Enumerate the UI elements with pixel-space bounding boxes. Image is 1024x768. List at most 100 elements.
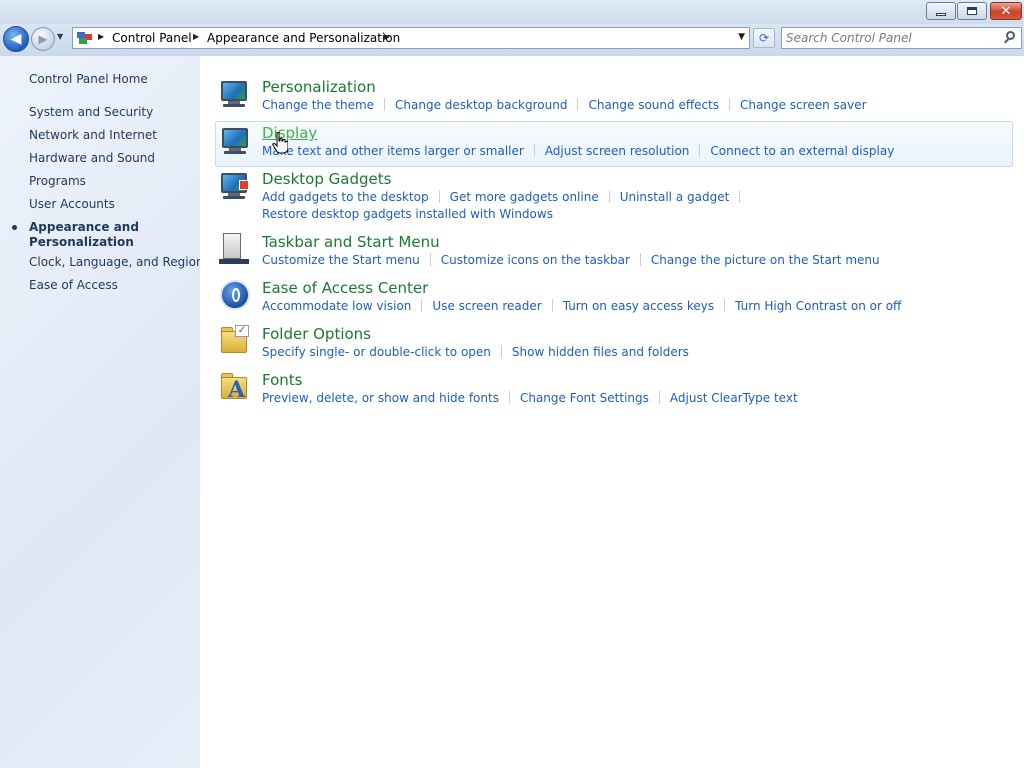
current-item-bullet: [12, 225, 17, 230]
category-title-display[interactable]: Display: [262, 124, 317, 142]
link-divider: [533, 144, 535, 157]
category-display: Display Make text and other items larger…: [215, 121, 1013, 167]
link-preview-delete-fonts[interactable]: Preview, delete, or show and hide fonts: [262, 391, 499, 405]
taskbar-icon[interactable]: [219, 233, 251, 265]
category-links: Specify single- or double-click to open S…: [262, 345, 689, 359]
content-pane: Personalization Change the theme Change d…: [200, 56, 1024, 768]
category-taskbar-and-start-menu: Taskbar and Start Menu Customize the Sta…: [215, 231, 1013, 271]
category-links: Customize the Start menu Customize icons …: [262, 253, 880, 267]
link-change-screen-saver[interactable]: Change screen saver: [740, 98, 867, 112]
link-easy-access-keys[interactable]: Turn on easy access keys: [563, 299, 714, 313]
category-desktop-gadgets: Desktop Gadgets Add gadgets to the deskt…: [215, 168, 1013, 224]
folder-options-icon[interactable]: ✓: [219, 325, 251, 357]
chevron-right-icon[interactable]: ▶: [384, 32, 390, 41]
personalization-icon[interactable]: [219, 78, 251, 110]
link-single-double-click[interactable]: Specify single- or double-click to open: [262, 345, 491, 359]
link-restore-desktop-gadgets[interactable]: Restore desktop gadgets installed with W…: [262, 207, 553, 221]
chevron-right-icon[interactable]: ▶: [98, 32, 104, 41]
sidebar-item-label: Personalization: [29, 235, 134, 249]
minimize-icon: [927, 3, 955, 19]
category-title-personalization[interactable]: Personalization: [262, 78, 376, 96]
search-input[interactable]: [786, 30, 996, 46]
restore-button[interactable]: [957, 2, 987, 20]
sidebar-item-programs[interactable]: Programs: [29, 174, 86, 188]
sidebar-item-label: Appearance and: [29, 220, 139, 234]
category-title-ease-of-access-center[interactable]: Ease of Access Center: [262, 279, 428, 297]
link-make-text-larger-or-smaller[interactable]: Make text and other items larger or smal…: [262, 144, 524, 158]
category-title-desktop-gadgets[interactable]: Desktop Gadgets: [262, 170, 391, 188]
title-bar: ✕: [0, 0, 1024, 24]
link-add-gadgets[interactable]: Add gadgets to the desktop: [262, 190, 429, 204]
sidebar-item-network-and-internet[interactable]: Network and Internet: [29, 128, 157, 142]
link-divider: [384, 98, 386, 111]
link-change-sound-effects[interactable]: Change sound effects: [588, 98, 719, 112]
link-customize-taskbar-icons[interactable]: Customize icons on the taskbar: [441, 253, 630, 267]
sidebar-item-control-panel-home[interactable]: Control Panel Home: [29, 72, 148, 86]
link-divider: [500, 345, 502, 358]
link-divider: [421, 299, 423, 312]
link-accommodate-low-vision[interactable]: Accommodate low vision: [262, 299, 411, 313]
breadcrumb-appearance-and-personalization[interactable]: Appearance and Personalization: [207, 31, 400, 45]
link-divider: [577, 98, 579, 111]
refresh-icon: ⟳: [758, 31, 770, 45]
refresh-button[interactable]: ⟳: [753, 28, 775, 48]
close-button[interactable]: ✕: [990, 2, 1022, 20]
forward-button[interactable]: ▶: [31, 27, 55, 51]
category-title-folder-options[interactable]: Folder Options: [262, 325, 371, 343]
category-personalization: Personalization Change the theme Change d…: [215, 76, 1013, 116]
back-button[interactable]: ◀: [3, 26, 29, 52]
hand-cursor-icon: [272, 132, 288, 154]
minimize-button[interactable]: [926, 2, 956, 20]
category-folder-options: ✓ Folder Options Specify single- or doub…: [215, 323, 1013, 363]
sidebar-item-system-and-security[interactable]: System and Security: [29, 105, 153, 119]
category-links: Change the theme Change desktop backgroun…: [262, 98, 867, 112]
link-change-desktop-background[interactable]: Change desktop background: [395, 98, 567, 112]
category-links: Accommodate low vision Use screen reader T…: [262, 299, 901, 313]
sidebar-item-user-accounts[interactable]: User Accounts: [29, 197, 115, 211]
link-connect-external-display[interactable]: Connect to an external display: [710, 144, 894, 158]
link-divider: [639, 253, 641, 266]
link-adjust-screen-resolution[interactable]: Adjust screen resolution: [545, 144, 690, 158]
category-fonts: A Fonts Preview, delete, or show and hid…: [215, 369, 1013, 409]
sidebar-item-appearance-and-personalization[interactable]: Appearance and Personalization: [29, 220, 139, 250]
category-title-fonts[interactable]: Fonts: [262, 371, 302, 389]
link-change-theme[interactable]: Change the theme: [262, 98, 374, 112]
link-change-start-menu-picture[interactable]: Change the picture on the Start menu: [651, 253, 880, 267]
navigation-bar: ◀ ▶ ▼ ▶ Control Panel ▶ Appearance and P…: [0, 24, 1024, 56]
link-divider: [724, 299, 726, 312]
link-change-font-settings[interactable]: Change Font Settings: [520, 391, 649, 405]
link-use-screen-reader[interactable]: Use screen reader: [432, 299, 541, 313]
address-bar[interactable]: ▶ Control Panel ▶ Appearance and Persona…: [72, 27, 750, 49]
link-divider: [608, 190, 610, 203]
breadcrumb-control-panel[interactable]: Control Panel: [112, 31, 192, 45]
back-arrow-icon: ◀: [10, 31, 22, 47]
recent-pages-dropdown[interactable]: ▼: [57, 32, 67, 46]
link-divider: [729, 98, 731, 111]
link-get-more-gadgets-online[interactable]: Get more gadgets online: [450, 190, 599, 204]
link-customize-start-menu[interactable]: Customize the Start menu: [262, 253, 420, 267]
fonts-icon[interactable]: A: [219, 371, 251, 403]
link-adjust-cleartype[interactable]: Adjust ClearType text: [670, 391, 798, 405]
link-uninstall-gadget[interactable]: Uninstall a gadget: [620, 190, 730, 204]
search-box[interactable]: [781, 27, 1022, 49]
search-icon[interactable]: [1003, 31, 1017, 45]
sidebar-item-hardware-and-sound[interactable]: Hardware and Sound: [29, 151, 155, 165]
category-title-taskbar-and-start-menu[interactable]: Taskbar and Start Menu: [262, 233, 440, 251]
category-links: Preview, delete, or show and hide fonts C…: [262, 391, 798, 405]
restore-icon: [958, 3, 986, 19]
chevron-right-icon[interactable]: ▶: [193, 32, 199, 41]
link-high-contrast[interactable]: Turn High Contrast on or off: [735, 299, 901, 313]
display-icon[interactable]: [220, 125, 252, 157]
link-divider: [658, 391, 660, 404]
sidebar-item-ease-of-access[interactable]: Ease of Access: [29, 278, 118, 292]
link-divider: [438, 190, 440, 203]
address-dropdown-icon[interactable]: ▼: [738, 32, 745, 42]
gadgets-icon[interactable]: [219, 170, 251, 202]
link-divider: [551, 299, 553, 312]
left-navigation-pane: Control Panel Home System and Security N…: [0, 56, 204, 768]
chevron-down-icon: ▼: [57, 32, 64, 41]
link-show-hidden-files[interactable]: Show hidden files and folders: [512, 345, 689, 359]
sidebar-item-clock-language-and-region[interactable]: Clock, Language, and Region: [29, 255, 204, 269]
ease-of-access-icon[interactable]: [219, 279, 251, 311]
close-icon: ✕: [1000, 3, 1012, 19]
